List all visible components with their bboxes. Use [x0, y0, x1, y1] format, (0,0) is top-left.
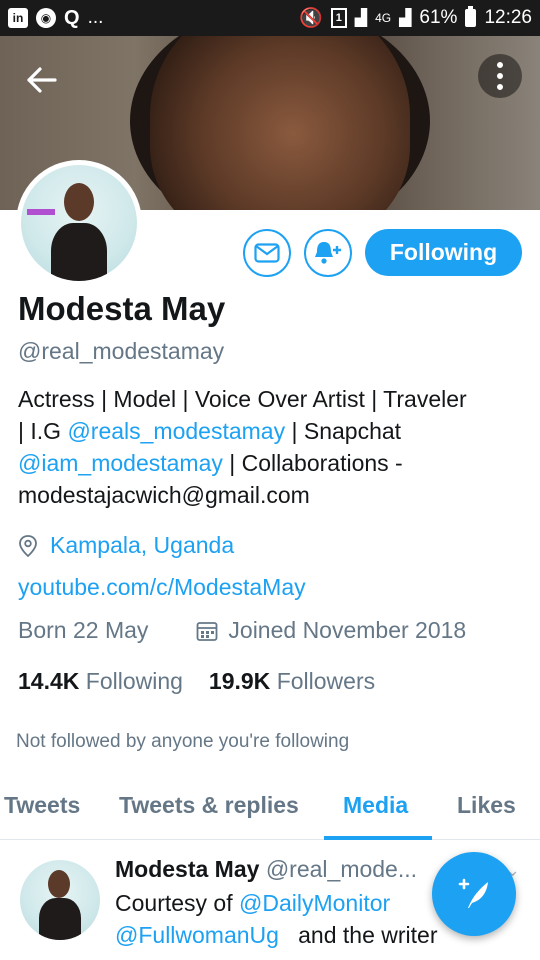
profile-name: Modesta May [18, 290, 226, 327]
following-button[interactable]: Following [365, 229, 522, 276]
q-icon: Q [64, 6, 80, 29]
location-text[interactable]: Kampala, Uganda [50, 532, 234, 559]
fullwoman-mention[interactable]: @FullwomanUg [115, 922, 279, 948]
o-icon: ◉ [36, 8, 56, 28]
compose-feather-icon [458, 878, 488, 908]
tab-likes[interactable]: Likes [457, 792, 516, 819]
battery-percent: 61% [419, 7, 458, 28]
status-more: ... [87, 7, 104, 28]
bio-text: | Snapchat [285, 418, 402, 444]
joined-date: Joined November 2018 [228, 617, 467, 643]
born-date: Born 22 May [18, 617, 149, 643]
profile-tabs: Tweets Tweets & replies Media Likes [0, 780, 540, 840]
bio-line-1: Actress | Model | Voice Over Artist | Tr… [18, 386, 467, 412]
notifications-button[interactable] [304, 229, 352, 277]
following-label: Following [85, 668, 183, 694]
clock: 12:26 [484, 7, 532, 28]
followers-count: 19.9K [208, 668, 271, 694]
bio-text: | Collaborations - [222, 450, 403, 476]
tweet-handle: @real_mode... [265, 856, 418, 882]
signal-icon-2: ▟ [399, 10, 412, 27]
active-tab-indicator [324, 836, 432, 840]
not-followed-notice: Not followed by anyone you're following [16, 731, 350, 752]
banner-photo [150, 36, 410, 210]
bio-line-2: | I.G @reals_modestamay | Snapchat [18, 415, 523, 447]
location-pin-icon [19, 534, 37, 557]
arrow-left-icon [27, 67, 57, 93]
instagram-link[interactable]: @reals_modestamay [67, 418, 285, 444]
sim-icon: 1 [330, 8, 347, 28]
more-options-button[interactable] [478, 54, 522, 98]
compose-tweet-button[interactable] [432, 852, 516, 936]
profile-avatar[interactable] [16, 160, 142, 286]
follow-counts: 14.4K Following 19.9K Followers [18, 668, 375, 695]
bio-line-3: @iam_modestamay | Collaborations - [18, 447, 523, 479]
tab-media[interactable]: Media [343, 792, 408, 819]
profile-handle: @real_modestamay [18, 338, 225, 364]
bio-line-4: modestajacwich@gmail.com [18, 482, 310, 508]
tab-tweets-replies[interactable]: Tweets & replies [119, 792, 299, 819]
tab-tweets[interactable]: Tweets [4, 792, 80, 819]
tweet-author[interactable]: Modesta May [115, 856, 259, 882]
following-count-link[interactable]: 14.4K Following [18, 668, 183, 695]
bio-text: | I.G [18, 418, 68, 444]
daily-monitor-mention[interactable]: @DailyMonitor [239, 890, 390, 916]
joined-date-group: Joined November 2018 [196, 617, 466, 644]
back-button[interactable] [20, 58, 64, 102]
tweet-text-part: Courtesy of [115, 890, 239, 916]
tweet-header: Modesta May @real_mode... [115, 856, 417, 883]
calendar-icon [197, 621, 218, 641]
tweet-avatar[interactable] [20, 860, 100, 940]
following-count: 14.4K [18, 668, 80, 694]
status-bar: in ◉ Q ... 🔇 1 ▟ 4G ▟ 61% 12:26 [0, 0, 540, 36]
bell-plus-icon [315, 242, 341, 264]
profile-location[interactable]: Kampala, Uganda [18, 532, 234, 559]
mute-icon: 🔇 [299, 8, 323, 29]
followers-label: Followers [276, 668, 376, 694]
profile-website-link[interactable]: youtube.com/c/ModestaMay [18, 574, 306, 601]
profile-bio: Actress | Model | Voice Over Artist | Tr… [18, 383, 523, 511]
envelope-icon [254, 243, 280, 263]
snapchat-link[interactable]: @iam_modestamay [18, 450, 223, 476]
message-button[interactable] [243, 229, 291, 277]
battery-icon [465, 6, 477, 27]
network-type: 4G [375, 11, 392, 25]
linkedin-icon: in [8, 8, 28, 28]
followers-count-link[interactable]: 19.9K Followers [209, 668, 375, 695]
profile-meta: Born 22 May Joined November 2018 [18, 617, 466, 644]
tweet-text-part: and the writer [278, 922, 438, 948]
signal-icon: ▟ [354, 10, 368, 27]
